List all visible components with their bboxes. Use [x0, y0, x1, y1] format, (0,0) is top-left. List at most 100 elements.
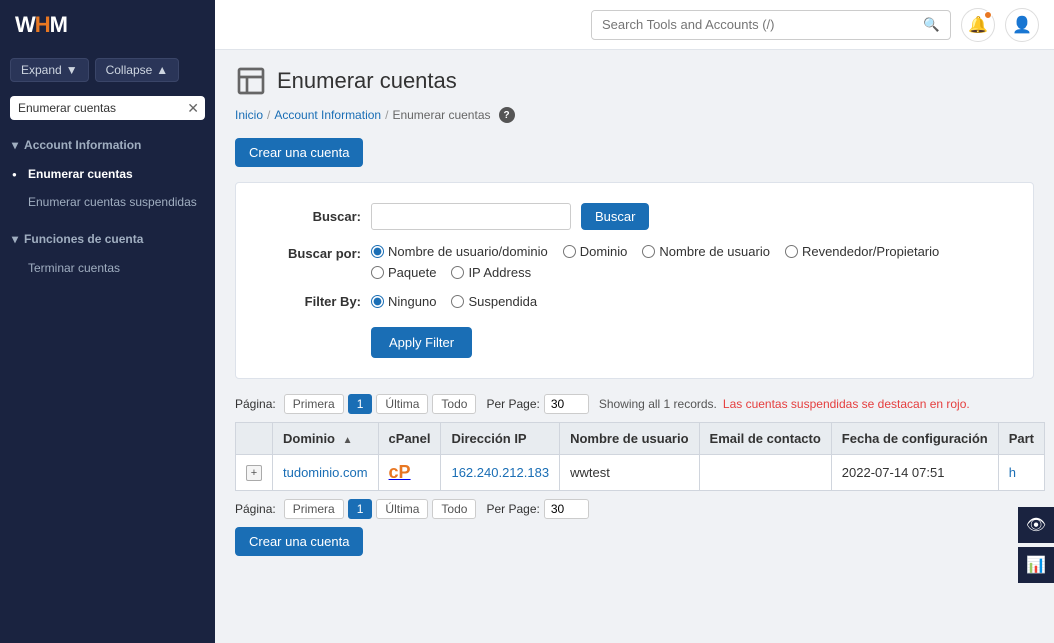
buscar-por-group-1: Nombre de usuario/dominio Dominio Nombre…	[371, 244, 939, 259]
sidebar-section-account-information-header[interactable]: ▾ Account Information	[0, 130, 215, 160]
radio-ninguno[interactable]: Ninguno	[371, 294, 436, 309]
radio-revendedor-propietario[interactable]: Revendedor/Propietario	[785, 244, 939, 259]
ip-cell: 162.240.212.183	[441, 455, 560, 491]
floating-icons: 👁 📊	[1018, 507, 1054, 583]
buscar-por-options: Nombre de usuario/dominio Dominio Nombre…	[371, 244, 939, 280]
chevron-down-icon-2: ▾	[12, 232, 18, 246]
dominio-cell: tudominio.com	[273, 455, 379, 491]
accounts-table: Dominio ▲ cPanel Dirección IP Nombre de …	[235, 422, 1045, 491]
radio-suspendida[interactable]: Suspendida	[451, 294, 537, 309]
page-title: Enumerar cuentas	[277, 68, 457, 94]
buscar-row: Buscar: Buscar	[261, 203, 1008, 230]
usuario-cell: wwtest	[560, 455, 699, 491]
pagina-label-bottom: Página:	[235, 502, 276, 516]
filter-by-group: Ninguno Suspendida	[371, 294, 537, 309]
per-page-label-bottom: Per Page:	[486, 502, 539, 516]
col-ip: Dirección IP	[441, 423, 560, 455]
sidebar-item-enumerar-cuentas-suspendidas[interactable]: Enumerar cuentas suspendidas	[0, 188, 215, 216]
notifications-button[interactable]: 🔔	[961, 8, 995, 42]
bottom-buttons: Crear una cuenta	[235, 527, 1034, 556]
create-account-button-top[interactable]: Crear una cuenta	[235, 138, 363, 167]
buscar-input[interactable]	[371, 203, 571, 230]
apply-filter-button[interactable]: Apply Filter	[371, 327, 472, 358]
sidebar: WHM Expand ▼ Collapse ▲ ✕ ▾ Account Info…	[0, 0, 215, 643]
page-content: Enumerar cuentas Inicio / Account Inform…	[215, 50, 1054, 643]
breadcrumb: Inicio / Account Information / Enumerar …	[235, 107, 1034, 123]
page-icon	[235, 65, 267, 97]
dominio-link[interactable]: tudominio.com	[283, 465, 368, 480]
page-num-top[interactable]: 1	[348, 394, 373, 414]
search-button[interactable]: 🔍	[913, 11, 950, 39]
col-expand	[236, 423, 273, 455]
floating-icon-2[interactable]: 📊	[1018, 547, 1054, 583]
sidebar-controls: Expand ▼ Collapse ▲	[0, 50, 215, 90]
ip-link[interactable]: 162.240.212.183	[451, 465, 549, 480]
cpanel-link[interactable]: cP	[389, 466, 411, 481]
col-part: Part	[998, 423, 1044, 455]
pagination-bottom: Página: Primera 1 Última Todo Per Page:	[235, 499, 1034, 519]
sidebar-section-funciones-header[interactable]: ▾ Funciones de cuenta	[0, 224, 215, 254]
part-cell: h	[998, 455, 1044, 491]
user-menu-button[interactable]: 👤	[1005, 8, 1039, 42]
ultima-button-bottom[interactable]: Última	[376, 499, 428, 519]
create-account-button-bottom[interactable]: Crear una cuenta	[235, 527, 363, 556]
radio-revendedor-propietario-label: Revendedor/Propietario	[802, 244, 939, 259]
radio-nombre-usuario-label: Nombre de usuario	[659, 244, 770, 259]
part-link[interactable]: h	[1009, 465, 1016, 480]
expand-button[interactable]: Expand ▼	[10, 58, 89, 82]
pagina-label-top: Página:	[235, 397, 276, 411]
cpanel-cell: cP	[378, 455, 441, 491]
page-num-bottom[interactable]: 1	[348, 499, 373, 519]
collapse-button[interactable]: Collapse ▲	[95, 58, 180, 82]
fecha-cell: 2022-07-14 07:51	[831, 455, 998, 491]
expand-row-button[interactable]: +	[246, 465, 262, 481]
topbar: 🔍 🔔 👤	[215, 0, 1054, 50]
suspended-info: Las cuentas suspendidas se destacan en r…	[723, 397, 970, 411]
radio-paquete-label: Paquete	[388, 265, 436, 280]
ultima-button-top[interactable]: Última	[376, 394, 428, 414]
buscar-por-group-2: Paquete IP Address	[371, 265, 939, 280]
buscar-por-row: Buscar por: Nombre de usuario/dominio Do…	[261, 244, 1008, 280]
sidebar-logo: WHM	[0, 0, 215, 50]
floating-icon-1[interactable]: 👁	[1018, 507, 1054, 543]
records-info: Showing all 1 records.	[599, 397, 717, 411]
table-header-row: Dominio ▲ cPanel Dirección IP Nombre de …	[236, 423, 1045, 455]
sidebar-search-clear[interactable]: ✕	[187, 101, 199, 115]
filter-card: Buscar: Buscar Buscar por: Nombre de usu…	[235, 182, 1034, 379]
todo-button-top[interactable]: Todo	[432, 394, 476, 414]
buscar-por-label: Buscar por:	[261, 244, 361, 261]
buscar-label: Buscar:	[261, 209, 361, 224]
radio-nombre-usuario-dominio[interactable]: Nombre de usuario/dominio	[371, 244, 548, 259]
primera-button-top[interactable]: Primera	[284, 394, 344, 414]
radio-paquete[interactable]: Paquete	[371, 265, 436, 280]
primera-button-bottom[interactable]: Primera	[284, 499, 344, 519]
radio-dominio[interactable]: Dominio	[563, 244, 628, 259]
notification-badge	[984, 11, 992, 19]
sidebar-item-enumerar-cuentas-suspendidas-label: Enumerar cuentas suspendidas	[28, 195, 197, 209]
collapse-label: Collapse	[106, 63, 153, 77]
floating-icon-1-glyph: 👁	[1026, 515, 1046, 535]
radio-nombre-usuario[interactable]: Nombre de usuario	[642, 244, 770, 259]
sidebar-section-account-information-label: Account Information	[24, 138, 141, 152]
sidebar-search-input[interactable]	[10, 96, 205, 120]
main-content: 🔍 🔔 👤 Enumerar cuentas Inicio / Account …	[215, 0, 1054, 643]
collapse-icon: ▲	[156, 63, 168, 77]
col-dominio[interactable]: Dominio ▲	[273, 423, 379, 455]
buscar-button[interactable]: Buscar	[581, 203, 649, 230]
breadcrumb-account-information[interactable]: Account Information	[274, 108, 381, 122]
chevron-down-icon: ▾	[12, 138, 18, 152]
per-page-input-top[interactable]	[544, 394, 589, 414]
radio-ip-address[interactable]: IP Address	[451, 265, 531, 280]
sidebar-item-enumerar-cuentas[interactable]: Enumerar cuentas	[0, 160, 215, 188]
sidebar-section-account-information: ▾ Account Information Enumerar cuentas E…	[0, 126, 215, 220]
help-icon[interactable]: ?	[499, 107, 515, 123]
whm-logo-text: WHM	[15, 12, 67, 38]
search-input[interactable]	[592, 11, 913, 38]
sidebar-item-terminar-cuentas[interactable]: Terminar cuentas	[0, 254, 215, 282]
breadcrumb-inicio[interactable]: Inicio	[235, 108, 263, 122]
user-icon: 👤	[1012, 15, 1032, 35]
todo-button-bottom[interactable]: Todo	[432, 499, 476, 519]
radio-ip-address-label: IP Address	[468, 265, 531, 280]
per-page-input-bottom[interactable]	[544, 499, 589, 519]
expand-label: Expand	[21, 63, 62, 77]
